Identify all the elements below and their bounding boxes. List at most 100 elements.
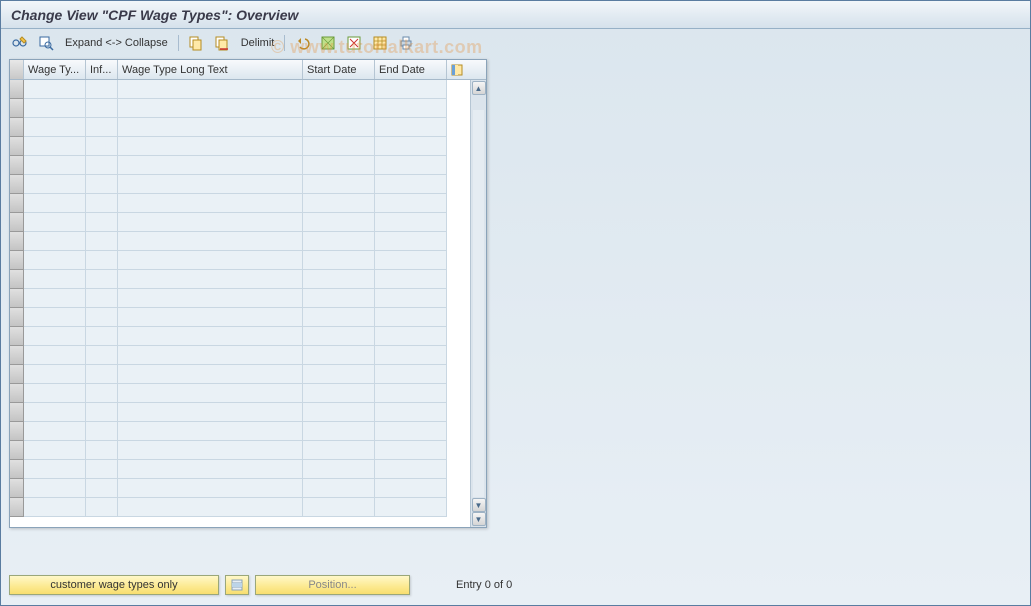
table-cell[interactable] (118, 308, 303, 327)
table-cell[interactable] (303, 460, 375, 479)
table-cell[interactable] (118, 498, 303, 517)
position-button[interactable]: Position... (255, 575, 410, 595)
table-cell[interactable] (375, 365, 447, 384)
table-cell[interactable] (86, 498, 118, 517)
table-cell[interactable] (375, 80, 447, 99)
row-selector[interactable] (10, 213, 24, 232)
table-cell[interactable] (24, 118, 86, 137)
vertical-scrollbar[interactable]: ▲ ▼ ▼ (470, 80, 486, 527)
table-cell[interactable] (86, 232, 118, 251)
table-cell[interactable] (86, 118, 118, 137)
row-selector[interactable] (10, 441, 24, 460)
table-cell[interactable] (303, 479, 375, 498)
table-cell[interactable] (24, 308, 86, 327)
row-selector[interactable] (10, 422, 24, 441)
table-cell[interactable] (303, 175, 375, 194)
table-cell[interactable] (118, 479, 303, 498)
row-selector[interactable] (10, 498, 24, 517)
table-cell[interactable] (118, 118, 303, 137)
customer-wage-types-button[interactable]: customer wage types only (9, 575, 219, 595)
table-cell[interactable] (86, 327, 118, 346)
table-cell[interactable] (24, 232, 86, 251)
print-button[interactable] (395, 33, 417, 53)
table-cell[interactable] (24, 270, 86, 289)
row-selector[interactable] (10, 194, 24, 213)
table-cell[interactable] (303, 156, 375, 175)
row-selector[interactable] (10, 327, 24, 346)
table-cell[interactable] (118, 422, 303, 441)
row-selector[interactable] (10, 384, 24, 403)
table-cell[interactable] (303, 498, 375, 517)
table-cell[interactable] (118, 270, 303, 289)
table-cell[interactable] (86, 156, 118, 175)
row-selector[interactable] (10, 118, 24, 137)
row-selector[interactable] (10, 175, 24, 194)
table-cell[interactable] (118, 213, 303, 232)
table-cell[interactable] (375, 346, 447, 365)
table-cell[interactable] (303, 365, 375, 384)
table-cell[interactable] (375, 213, 447, 232)
table-cell[interactable] (375, 194, 447, 213)
table-cell[interactable] (375, 498, 447, 517)
table-cell[interactable] (118, 156, 303, 175)
table-cell[interactable] (24, 403, 86, 422)
table-cell[interactable] (24, 137, 86, 156)
table-cell[interactable] (118, 99, 303, 118)
table-cell[interactable] (86, 460, 118, 479)
row-selector[interactable] (10, 232, 24, 251)
deselect-all-button[interactable] (343, 33, 365, 53)
table-cell[interactable] (86, 289, 118, 308)
table-cell[interactable] (118, 80, 303, 99)
table-cell[interactable] (375, 384, 447, 403)
table-cell[interactable] (118, 403, 303, 422)
table-cell[interactable] (303, 232, 375, 251)
row-selector[interactable] (10, 137, 24, 156)
table-cell[interactable] (303, 137, 375, 156)
table-cell[interactable] (375, 156, 447, 175)
row-selector[interactable] (10, 403, 24, 422)
table-cell[interactable] (24, 498, 86, 517)
table-cell[interactable] (375, 270, 447, 289)
column-header[interactable]: Wage Type Long Text (118, 60, 303, 79)
table-cell[interactable] (303, 213, 375, 232)
table-cell[interactable] (24, 327, 86, 346)
table-cell[interactable] (86, 99, 118, 118)
table-cell[interactable] (24, 80, 86, 99)
configure-columns-button[interactable] (447, 60, 467, 79)
table-cell[interactable] (375, 118, 447, 137)
column-header[interactable]: End Date (375, 60, 447, 79)
table-cell[interactable] (303, 289, 375, 308)
select-all-header[interactable] (10, 60, 24, 79)
table-cell[interactable] (375, 422, 447, 441)
table-cell[interactable] (118, 441, 303, 460)
row-selector[interactable] (10, 289, 24, 308)
table-cell[interactable] (118, 289, 303, 308)
table-cell[interactable] (303, 441, 375, 460)
table-cell[interactable] (86, 384, 118, 403)
table-cell[interactable] (24, 251, 86, 270)
table-cell[interactable] (118, 251, 303, 270)
table-cell[interactable] (118, 137, 303, 156)
column-header[interactable]: Start Date (303, 60, 375, 79)
table-cell[interactable] (375, 232, 447, 251)
table-cell[interactable] (118, 194, 303, 213)
scroll-down-button[interactable]: ▼ (472, 498, 486, 512)
table-cell[interactable] (375, 308, 447, 327)
row-selector[interactable] (10, 479, 24, 498)
table-cell[interactable] (375, 460, 447, 479)
table-cell[interactable] (24, 175, 86, 194)
table-cell[interactable] (303, 251, 375, 270)
table-cell[interactable] (118, 384, 303, 403)
row-selector[interactable] (10, 460, 24, 479)
table-cell[interactable] (303, 99, 375, 118)
table-cell[interactable] (86, 194, 118, 213)
table-cell[interactable] (24, 213, 86, 232)
table-cell[interactable] (303, 308, 375, 327)
table-cell[interactable] (303, 403, 375, 422)
table-cell[interactable] (303, 194, 375, 213)
table-cell[interactable] (24, 384, 86, 403)
toggle-display-change-button[interactable] (9, 33, 31, 53)
table-cell[interactable] (24, 99, 86, 118)
copy-as-button[interactable] (211, 33, 233, 53)
row-selector[interactable] (10, 251, 24, 270)
